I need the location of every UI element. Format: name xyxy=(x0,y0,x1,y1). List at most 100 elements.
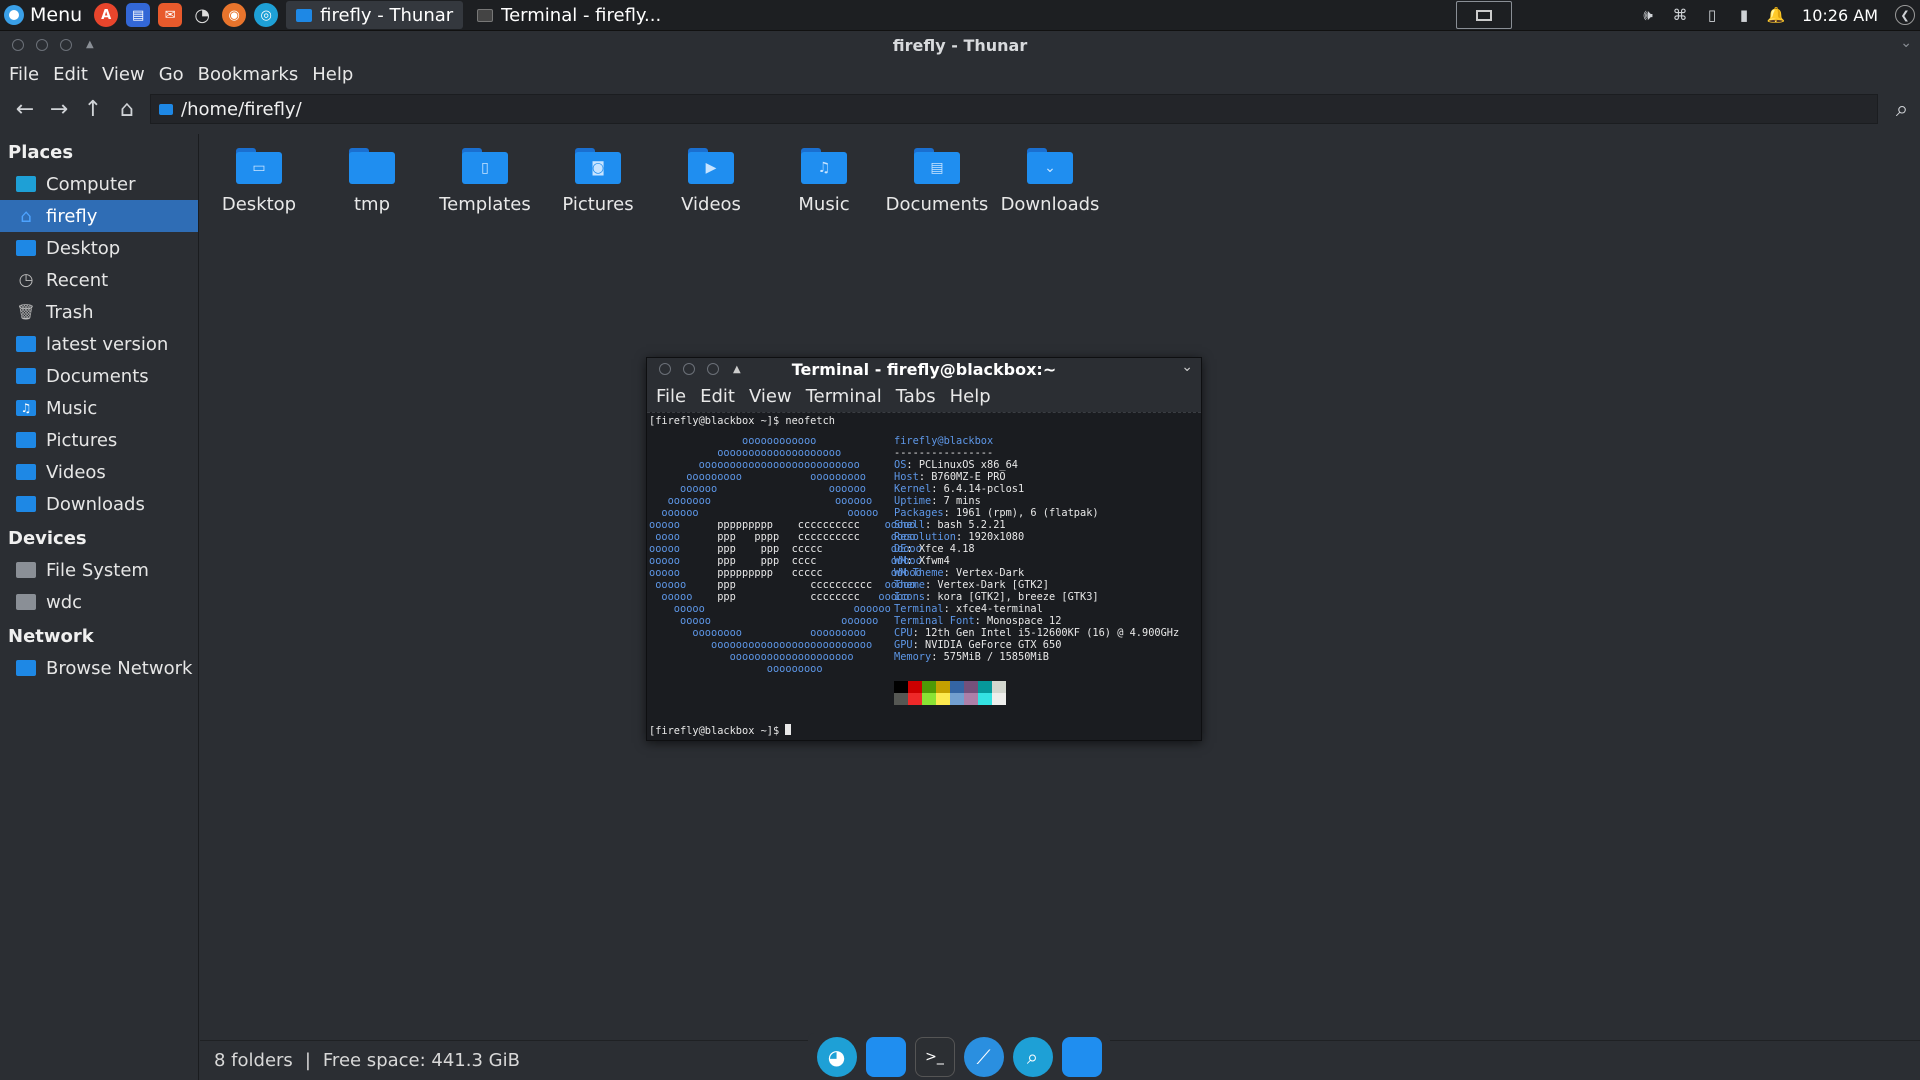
battery-icon[interactable]: ▮ xyxy=(1733,4,1755,26)
term-menu-file[interactable]: File xyxy=(649,386,693,407)
term-menu-help[interactable]: Help xyxy=(943,386,998,407)
window-menu-chevron-icon[interactable]: ⌄ xyxy=(1900,35,1912,51)
folder-videos[interactable]: ▶ Videos xyxy=(656,148,766,215)
folder-templates[interactable]: ▯ Templates xyxy=(430,148,540,215)
info-line: Terminal Font: Monospace 12 xyxy=(894,615,1062,627)
folder-tmp[interactable]: tmp xyxy=(317,148,427,215)
folder-desktop[interactable]: ▭ Desktop xyxy=(204,148,314,215)
sidebar-item-music[interactable]: ♫ Music xyxy=(0,392,198,424)
folder-documents[interactable]: ▤ Documents xyxy=(882,148,992,215)
info-line: Memory: 575MiB / 15850MiB xyxy=(894,651,1049,663)
gimp-icon[interactable]: ◕ xyxy=(816,1036,857,1077)
network-tool-icon[interactable]: ◎ xyxy=(254,3,279,27)
logo-line: ooooo ppp cccccccc ooooo xyxy=(649,591,910,603)
search-icon[interactable]: ⌕ xyxy=(1884,97,1920,122)
info-line: Terminal: xfce4-terminal xyxy=(894,603,1043,615)
color-swatch xyxy=(978,681,992,693)
shade-button[interactable]: ▲ xyxy=(86,39,94,50)
browser-icon[interactable]: ◔ xyxy=(190,3,214,27)
info-value: 6.4.14-pclos1 xyxy=(943,483,1025,495)
info-key: Terminal Font xyxy=(894,615,975,627)
term-menu-terminal[interactable]: Terminal xyxy=(799,386,889,407)
search-app-icon[interactable]: ⌕ xyxy=(1012,1036,1053,1077)
menu-file[interactable]: File xyxy=(2,64,46,85)
sidebar-item-documents[interactable]: Documents xyxy=(0,360,198,392)
sidebar-item-recent[interactable]: ◷ Recent xyxy=(0,264,198,296)
forward-arrow-icon[interactable]: → xyxy=(42,93,76,125)
sidebar-item-wdc[interactable]: wdc xyxy=(0,586,198,618)
term-menu-view[interactable]: View xyxy=(742,386,799,407)
task-thunar[interactable]: firefly - Thunar xyxy=(286,1,464,29)
file-manager-icon[interactable] xyxy=(865,1036,906,1077)
info-key: Resolution xyxy=(894,531,956,543)
menu-help[interactable]: Help xyxy=(305,64,360,85)
sidebar-item-pictures[interactable]: Pictures xyxy=(0,424,198,456)
prompt-line-current[interactable]: [firefly@blackbox ~]$ xyxy=(649,724,792,737)
whisker-menu-button[interactable]: Menu xyxy=(0,0,90,31)
power-icon[interactable]: ❮ xyxy=(1895,5,1915,25)
info-value: 1920x1080 xyxy=(968,531,1025,543)
maximize-button[interactable] xyxy=(60,38,72,51)
clipboard-icon[interactable]: ▯ xyxy=(1701,4,1723,26)
window-menu-chevron-icon[interactable]: ⌄ xyxy=(1181,359,1193,375)
menu-edit[interactable]: Edit xyxy=(46,64,95,85)
thunar-titlebar: ▲ firefly - Thunar ⌄ xyxy=(0,31,1920,58)
terminal-icon[interactable]: >_ xyxy=(914,1036,955,1077)
menu-view[interactable]: View xyxy=(95,64,152,85)
sidebar-item-computer[interactable]: Computer xyxy=(0,168,198,200)
folder-pictures[interactable]: ◙ Pictures xyxy=(543,148,653,215)
sidebar-item-videos[interactable]: Videos xyxy=(0,456,198,488)
close-button[interactable] xyxy=(12,38,24,51)
info-key: Host xyxy=(894,471,919,483)
info-value: 575MiB / 15850MiB xyxy=(943,651,1049,663)
up-arrow-icon[interactable]: ↑ xyxy=(76,93,110,125)
workspace-switcher[interactable] xyxy=(1456,1,1513,29)
menu-go[interactable]: Go xyxy=(152,64,191,85)
drive-icon xyxy=(16,594,36,610)
menu-bookmarks[interactable]: Bookmarks xyxy=(191,64,306,85)
color-swatch xyxy=(950,681,964,693)
folder-music[interactable]: ♫ Music xyxy=(769,148,879,215)
software-center-icon[interactable]: A xyxy=(94,3,119,27)
notification-bell-icon[interactable]: 🔔 xyxy=(1765,4,1787,26)
drive-icon xyxy=(16,562,36,578)
location-bar[interactable]: /home/firefly/ xyxy=(150,94,1878,124)
sidebar-item-firefly[interactable]: ⌂ firefly xyxy=(0,200,198,232)
home-icon[interactable]: ⌂ xyxy=(110,93,144,125)
text-editor-icon[interactable]: ▤ xyxy=(126,3,151,27)
network-folder-icon xyxy=(16,660,36,676)
sidebar-item-latest-version[interactable]: latest version xyxy=(0,328,198,360)
sidebar-item-label: Browse Network xyxy=(46,657,193,679)
network-icon[interactable]: ⌘ xyxy=(1669,4,1691,26)
color-swatch xyxy=(950,693,964,705)
sidebar-item-desktop[interactable]: Desktop xyxy=(0,232,198,264)
top-panel: Menu A ▤ ✉ ◔ ◉ ◎ firefly - Thunar Termin… xyxy=(0,0,1920,31)
sidebar-item-file-system[interactable]: File System xyxy=(0,554,198,586)
logo-line: ooooooooo ooooooooo xyxy=(649,471,866,483)
mail-client-icon[interactable]: ✉ xyxy=(158,3,183,27)
color-swatch xyxy=(922,693,936,705)
minimize-button[interactable] xyxy=(36,38,48,51)
sidebar-item-browse-network[interactable]: Browse Network xyxy=(0,652,198,684)
sidebar-item-trash[interactable]: 🗑 Trash xyxy=(0,296,198,328)
info-key: Memory xyxy=(894,651,932,663)
back-arrow-icon[interactable]: ← xyxy=(8,93,42,125)
sidebar-item-downloads[interactable]: Downloads xyxy=(0,488,198,520)
firefox-icon[interactable]: ◉ xyxy=(222,3,247,27)
color-swatch xyxy=(908,681,922,693)
terminal-output[interactable]: [firefly@blackbox ~]$ neofetch ooooooooo… xyxy=(647,412,1201,740)
info-key: Terminal xyxy=(894,603,944,615)
task-terminal[interactable]: Terminal - firefly... xyxy=(467,1,671,29)
desktop-folder-icon xyxy=(16,240,36,256)
folder-downloads[interactable]: ⌄ Downloads xyxy=(995,148,1105,215)
folder-icon[interactable] xyxy=(1061,1036,1102,1077)
logo-line: oooooo oooooo xyxy=(649,483,866,495)
info-value: 12th Gen Intel i5-12600KF (16) @ 4.900GH… xyxy=(925,627,1180,639)
term-menu-tabs[interactable]: Tabs xyxy=(889,386,943,407)
color-swatch xyxy=(894,693,908,705)
clock[interactable]: 10:26 AM xyxy=(1802,6,1878,25)
term-menu-edit[interactable]: Edit xyxy=(693,386,742,407)
folder-icon xyxy=(16,336,36,352)
volume-icon[interactable]: 🕪 xyxy=(1637,4,1659,26)
web-browser-icon[interactable]: ⟋ xyxy=(963,1036,1004,1077)
